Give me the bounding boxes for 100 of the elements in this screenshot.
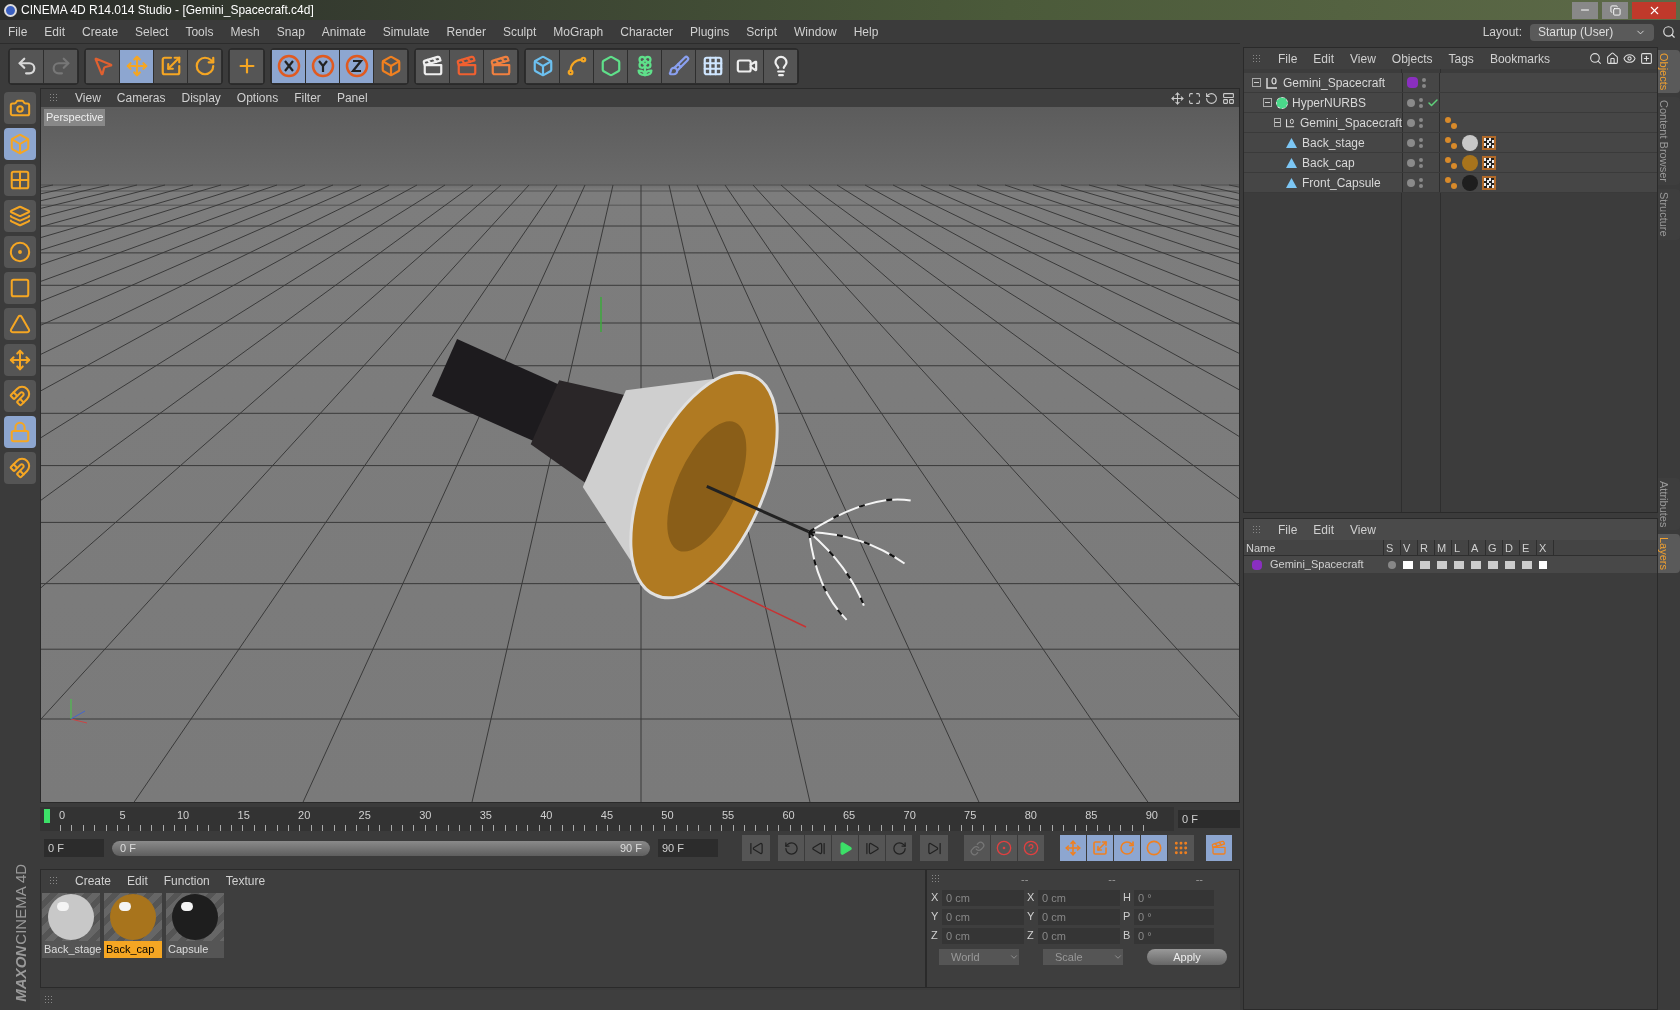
position-field[interactable]: 0 cm bbox=[942, 889, 1024, 906]
layer-color-swatch[interactable] bbox=[1252, 559, 1262, 570]
material-name[interactable]: Back_stage bbox=[42, 941, 100, 958]
menu-item[interactable]: View bbox=[1350, 49, 1376, 68]
column-header[interactable]: X bbox=[1537, 540, 1554, 555]
column-header[interactable]: V bbox=[1401, 540, 1418, 555]
mode-button[interactable] bbox=[4, 380, 36, 412]
menu-item[interactable]: Help bbox=[853, 22, 879, 41]
menu-item[interactable]: Plugins bbox=[689, 22, 730, 41]
axis-lock-button[interactable] bbox=[340, 49, 373, 83]
rotation-field[interactable]: 0 ° bbox=[1134, 889, 1214, 906]
toolbar-button[interactable] bbox=[416, 49, 449, 83]
toolbar-button[interactable] bbox=[662, 49, 695, 83]
menu-item[interactable]: View bbox=[75, 89, 101, 107]
expand-toggle[interactable] bbox=[1263, 98, 1272, 107]
menu-item[interactable]: Create bbox=[75, 871, 112, 890]
column-header[interactable]: E bbox=[1520, 540, 1537, 555]
timeline-ruler[interactable]: 0 5 10 15 20 25 30 35 40 45 50 55 60 65 70 75 80 85 90 bbox=[40, 807, 1174, 831]
material-name[interactable]: Capsule bbox=[166, 941, 224, 958]
column-header[interactable]: R bbox=[1418, 540, 1435, 555]
menu-item[interactable]: Cameras bbox=[116, 89, 166, 107]
mode-button[interactable] bbox=[4, 344, 36, 376]
object-name[interactable]: HyperNURBS bbox=[1292, 93, 1366, 112]
end-frame-field[interactable]: 90 F bbox=[658, 839, 718, 857]
menu-item[interactable]: Simulate bbox=[382, 22, 430, 41]
menu-item[interactable]: Character bbox=[620, 22, 673, 41]
object-name[interactable]: Back_cap bbox=[1302, 153, 1355, 172]
mode-button[interactable] bbox=[4, 164, 36, 196]
menu-item[interactable]: Tags bbox=[1448, 49, 1474, 68]
menu-item[interactable]: Snap bbox=[276, 22, 305, 41]
position-field[interactable]: 0 cm bbox=[942, 908, 1024, 925]
menu-item[interactable]: Window bbox=[794, 22, 837, 41]
toolbar-button[interactable] bbox=[374, 49, 407, 83]
rotation-field[interactable]: 0 ° bbox=[1134, 927, 1214, 944]
texture-tag-icon[interactable] bbox=[1482, 135, 1496, 150]
menu-item[interactable]: View bbox=[1350, 520, 1376, 539]
menu-item[interactable]: Render bbox=[446, 22, 486, 41]
go-to-end-button[interactable] bbox=[920, 835, 948, 861]
phong-tag-icon[interactable] bbox=[1444, 155, 1458, 170]
render-visibility-dots-icon[interactable] bbox=[1422, 77, 1426, 88]
close-button[interactable] bbox=[1632, 1, 1676, 19]
menu-item[interactable]: File bbox=[8, 22, 28, 41]
column-header[interactable]: D bbox=[1503, 540, 1520, 555]
mode-button[interactable] bbox=[4, 308, 36, 340]
apply-button[interactable]: Apply bbox=[1147, 949, 1227, 965]
object-name[interactable]: Front_Capsule bbox=[1302, 173, 1381, 192]
toolbar-button[interactable] bbox=[764, 49, 797, 83]
layout-dropdown[interactable]: Startup (User) bbox=[1530, 23, 1654, 41]
menu-item[interactable]: Bookmarks bbox=[1489, 49, 1550, 68]
render-visibility-dots-icon[interactable] bbox=[1419, 137, 1423, 148]
menu-item[interactable]: File bbox=[1278, 49, 1298, 68]
column-header[interactable]: A bbox=[1469, 540, 1486, 555]
menu-item[interactable]: MoGraph bbox=[553, 22, 604, 41]
mode-button[interactable] bbox=[4, 236, 36, 268]
material-name[interactable]: Back_cap bbox=[104, 941, 162, 958]
toolbar-button[interactable] bbox=[120, 49, 153, 83]
expand-toggle[interactable] bbox=[1274, 118, 1282, 127]
menu-item[interactable]: Create bbox=[82, 22, 119, 41]
toolbar-button[interactable] bbox=[526, 49, 559, 83]
restore-button[interactable] bbox=[1602, 1, 1628, 19]
menu-item[interactable]: Tools bbox=[185, 22, 214, 41]
texture-tag-icon[interactable] bbox=[1482, 175, 1496, 190]
menu-item[interactable]: Edit bbox=[1313, 520, 1335, 539]
position-field[interactable]: 0 cm bbox=[942, 927, 1024, 944]
column-header[interactable]: L bbox=[1452, 540, 1469, 555]
object-name[interactable]: Back_stage bbox=[1302, 133, 1365, 152]
menu-item[interactable]: Options bbox=[236, 89, 279, 107]
column-header[interactable]: Name bbox=[1244, 540, 1384, 555]
render-visibility-dots-icon[interactable] bbox=[1419, 117, 1423, 128]
phong-tag-icon[interactable] bbox=[1444, 135, 1458, 150]
axis-lock-button[interactable] bbox=[272, 49, 305, 83]
minimize-button[interactable] bbox=[1572, 1, 1598, 19]
column-header[interactable]: M bbox=[1435, 540, 1452, 555]
toolbar-button[interactable] bbox=[560, 49, 593, 83]
checkmark-icon[interactable] bbox=[1427, 96, 1439, 109]
go-to-start-button[interactable] bbox=[742, 835, 770, 861]
toolbar-button[interactable] bbox=[154, 49, 187, 83]
menu-item[interactable]: Display bbox=[181, 89, 221, 107]
toolbar-button[interactable] bbox=[484, 49, 517, 83]
column-header[interactable]: S bbox=[1384, 540, 1401, 555]
menu-item[interactable]: Objects bbox=[1391, 49, 1433, 68]
toolbar-button[interactable] bbox=[594, 49, 627, 83]
size-field[interactable]: 0 cm bbox=[1038, 927, 1120, 944]
toolbar-button[interactable] bbox=[696, 49, 729, 83]
previous-key-button[interactable] bbox=[778, 835, 804, 861]
toolbar-button[interactable] bbox=[188, 49, 221, 83]
menu-item[interactable]: Filter bbox=[294, 89, 321, 107]
current-frame-field[interactable]: 0 F bbox=[1178, 810, 1240, 828]
expand-toggle[interactable] bbox=[1252, 78, 1261, 87]
toolbar-button[interactable] bbox=[628, 49, 661, 83]
column-header[interactable]: G bbox=[1486, 540, 1503, 555]
layer-color-swatch[interactable] bbox=[1407, 77, 1418, 88]
menu-item[interactable]: Panel bbox=[336, 89, 368, 107]
menu-item[interactable]: Sculpt bbox=[502, 22, 537, 41]
mode-button[interactable] bbox=[4, 452, 36, 484]
menu-item[interactable]: Edit bbox=[127, 871, 148, 890]
next-frame-button[interactable] bbox=[859, 835, 885, 861]
size-field[interactable]: 0 cm bbox=[1038, 908, 1120, 925]
toolbar-button[interactable] bbox=[730, 49, 763, 83]
menu-item[interactable]: Mesh bbox=[230, 22, 260, 41]
